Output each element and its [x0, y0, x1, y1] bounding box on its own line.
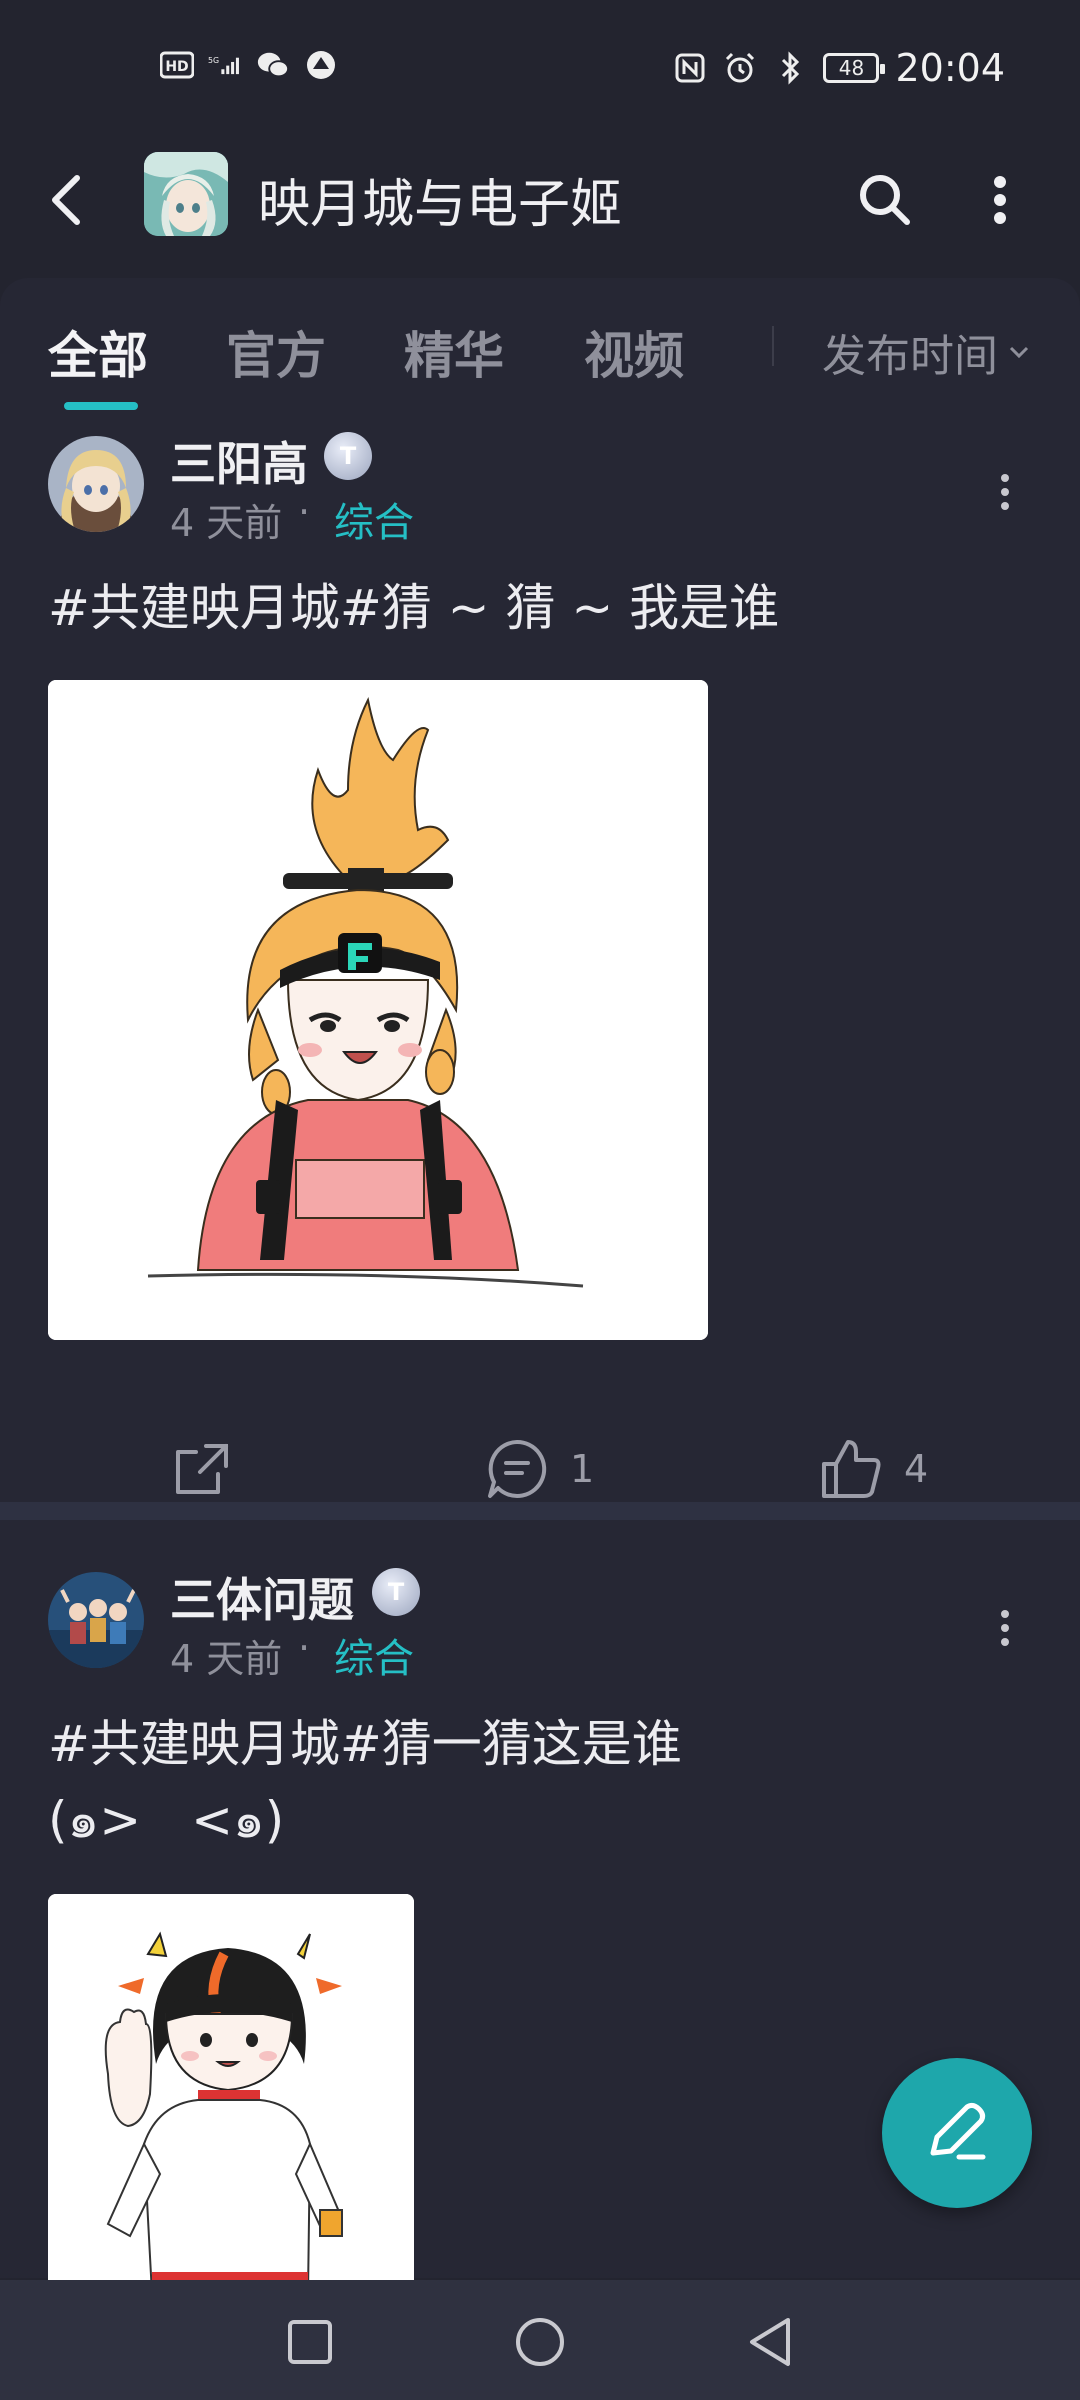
- tab-official[interactable]: 官方: [226, 316, 326, 388]
- tab-featured[interactable]: 精华: [404, 316, 504, 388]
- like-button[interactable]: 4: [818, 1436, 928, 1502]
- author-name[interactable]: 三阳高: [170, 428, 308, 494]
- alarm-icon: [723, 51, 757, 85]
- back-arrow-icon: [52, 175, 80, 225]
- post-divider: [0, 1502, 1080, 1520]
- system-navigation-bar: [0, 2280, 1080, 2400]
- search-button[interactable]: [850, 165, 920, 235]
- post-category[interactable]: 综合: [334, 1626, 414, 1684]
- post-text-line2: (๑> <๑): [48, 1791, 285, 1849]
- back-triangle-icon: [750, 2318, 790, 2366]
- status-left-icons: HD 5G: [160, 48, 338, 82]
- bluetooth-icon: [773, 51, 807, 85]
- battery-level: 48: [838, 56, 865, 80]
- page-title: 映月城与电子姬: [258, 175, 623, 235]
- comment-count: 1: [570, 1447, 595, 1491]
- thumbs-up-icon: [822, 1440, 881, 1498]
- tab-divider: [772, 326, 774, 366]
- tab-video[interactable]: 视频: [584, 316, 684, 388]
- active-tab-indicator: [64, 402, 138, 410]
- recents-button[interactable]: [270, 2302, 350, 2382]
- post-more-button[interactable]: [985, 1598, 1025, 1658]
- more-vertical-icon: [1001, 1610, 1009, 1646]
- comment-icon: [488, 1439, 547, 1498]
- meta-separator: ·: [298, 1626, 311, 1670]
- post-time: 4 天前: [170, 1637, 283, 1681]
- meta-separator: ·: [298, 490, 311, 534]
- post-text: #共建映月城#猜 ~ 猜 ~ 我是谁: [48, 579, 780, 637]
- battery-icon: 48: [823, 53, 886, 83]
- tab-bar: 全部 官方 精华 视频 发布时间: [0, 278, 1080, 410]
- sort-dropdown[interactable]: 发布时间: [822, 320, 1030, 384]
- post-image[interactable]: [48, 680, 708, 1340]
- signal-5g-icon: 5G: [208, 48, 242, 82]
- search-icon: [860, 175, 910, 225]
- feed-container: 全部 官方 精华 视频 发布时间 三阳高 T 4 天前 · 综合 #共建映月城#…: [0, 278, 1080, 2294]
- status-right-icons: 48 20:04: [673, 46, 1005, 90]
- more-vertical-icon: [994, 176, 1006, 224]
- post-image[interactable]: [48, 1894, 414, 2294]
- system-back-button[interactable]: [730, 2302, 810, 2382]
- status-time: 20:04: [895, 46, 1005, 90]
- post-more-button[interactable]: [985, 462, 1025, 522]
- chevron-down-icon: [1009, 346, 1029, 359]
- more-vertical-icon: [1001, 474, 1009, 510]
- post-category[interactable]: 综合: [334, 490, 414, 548]
- recents-square-icon: [288, 2320, 332, 2364]
- avatar[interactable]: [48, 436, 144, 532]
- share-button[interactable]: [170, 1438, 234, 1502]
- comment-button[interactable]: 1: [484, 1436, 594, 1502]
- author-name[interactable]: 三体问题: [170, 1564, 354, 1630]
- pen-icon: [930, 2102, 986, 2160]
- post-time: 4 天前: [170, 501, 283, 545]
- post-text-line1: #共建映月城#猜一猜这是谁: [48, 1715, 682, 1773]
- home-circle-icon: [516, 2318, 564, 2366]
- nfc-icon: [673, 51, 707, 85]
- svg-text:HD: HD: [165, 59, 188, 75]
- compose-post-button[interactable]: [882, 2058, 1032, 2208]
- like-count: 4: [904, 1447, 929, 1491]
- share-icon: [176, 1444, 228, 1494]
- channel-avatar[interactable]: [144, 152, 228, 236]
- level-badge: T: [372, 1568, 420, 1616]
- more-options-button[interactable]: [970, 165, 1030, 235]
- sort-label: 发布时间: [822, 331, 998, 382]
- app-notification-icon: [304, 48, 338, 82]
- status-bar: HD 5G 48 20:04: [0, 0, 1080, 130]
- top-app-bar: 映月城与电子姬: [0, 130, 1080, 280]
- svg-text:5G: 5G: [208, 56, 219, 65]
- avatar[interactable]: [48, 1572, 144, 1668]
- home-button[interactable]: [500, 2302, 580, 2382]
- level-badge: T: [324, 432, 372, 480]
- hd-icon: HD: [160, 48, 194, 82]
- wechat-icon: [256, 48, 290, 82]
- back-button[interactable]: [40, 170, 94, 230]
- tab-all[interactable]: 全部: [48, 316, 148, 388]
